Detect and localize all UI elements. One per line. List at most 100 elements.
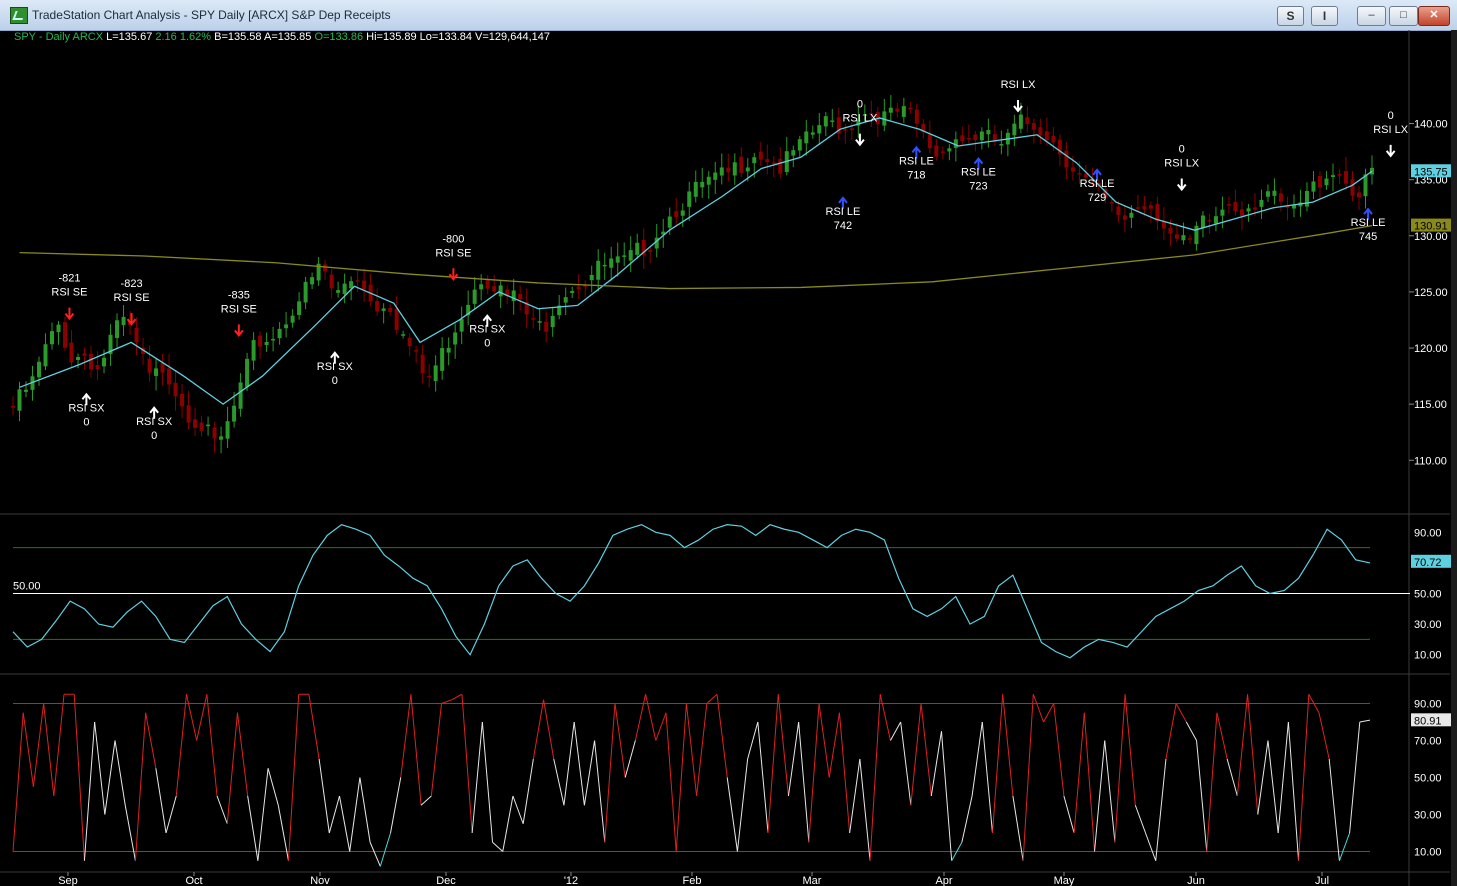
stoch-segment [757, 721, 769, 834]
candle [674, 197, 679, 227]
stoch-segment [1165, 703, 1177, 760]
candle [641, 228, 646, 269]
candle-body [277, 328, 282, 339]
candle [1213, 206, 1218, 232]
candle-body [1317, 176, 1322, 188]
candle [992, 124, 997, 146]
candle-body [960, 135, 965, 141]
stoch-segment [12, 712, 24, 852]
candle-body [492, 286, 497, 292]
candle [69, 330, 74, 368]
stoch-segment [1216, 712, 1228, 760]
stoch-segment [767, 694, 779, 834]
price-tick-label: 125.00 [1414, 287, 1448, 299]
candle [63, 316, 68, 352]
candle [713, 161, 718, 195]
candle-body [1226, 204, 1231, 206]
signal-label: 729 [1088, 192, 1106, 204]
candle-body [1187, 238, 1192, 240]
candle [115, 313, 120, 348]
style-menu-button[interactable]: S [1277, 6, 1304, 26]
stochastic-panel: 90.00 70.00 50.00 30.00 10.00 80.91 [12, 693, 1451, 867]
signal-label: RSI LX [842, 113, 878, 125]
candle [1220, 196, 1225, 229]
candle [323, 259, 328, 280]
signal-marker: RSI LX [1001, 79, 1036, 113]
stoch-segment [145, 712, 157, 769]
stoch-segment [471, 721, 483, 834]
stoch-segment [961, 795, 973, 843]
candle-body [804, 131, 809, 144]
indicator-menu-button[interactable]: I [1311, 6, 1338, 26]
candle-body [739, 156, 744, 173]
minimize-button[interactable]: ‒ [1357, 6, 1386, 26]
stoch-segment [461, 694, 473, 834]
signal-marker: 0 RSI LX [1164, 144, 1200, 192]
chart-canvas[interactable]: 140.00135.00130.00125.00120.00115.00110.… [0, 30, 1457, 886]
stoch-segment [543, 699, 555, 760]
candle-body [186, 405, 191, 423]
candle [758, 141, 763, 167]
candle [622, 242, 627, 266]
stoch-segment [1124, 694, 1136, 806]
candle [11, 396, 15, 416]
candle-body [147, 358, 152, 373]
close-button[interactable]: ✕ [1418, 6, 1450, 26]
candle-body [791, 150, 796, 156]
candle-body [570, 291, 575, 294]
candle [24, 381, 29, 398]
stoch-segment [124, 805, 136, 861]
candle [1012, 114, 1017, 147]
signal-marker: RSI LE 742 [826, 196, 860, 232]
candle [108, 324, 113, 366]
candle-body [238, 382, 243, 409]
stoch-segment [890, 721, 902, 741]
candle-body [1324, 178, 1329, 186]
candle [973, 130, 978, 152]
stoch-segment [736, 758, 749, 852]
candle-body [602, 264, 607, 267]
stoch-segment [930, 731, 942, 797]
candle-body [1207, 220, 1212, 222]
maximize-button[interactable]: □ [1389, 6, 1418, 26]
window-title: TradeStation Chart Analysis - SPY Daily … [32, 8, 391, 22]
candle-body [947, 148, 952, 152]
signal-label: 0 [83, 416, 89, 428]
candle-body [414, 350, 419, 352]
candle-body [1109, 202, 1114, 204]
chart-scrollbar[interactable] [1451, 30, 1457, 886]
candle-body [63, 322, 68, 348]
stoch-segment [339, 795, 351, 852]
rsi-midline-label: 50.00 [13, 581, 41, 593]
candle [336, 281, 341, 298]
signal-label: 0 [151, 430, 157, 442]
candle [342, 273, 347, 304]
candle-body [635, 242, 640, 255]
candle-body [1246, 208, 1251, 212]
candle-body [1148, 205, 1153, 209]
candle [368, 273, 373, 307]
candle-body [433, 365, 438, 382]
candle [50, 322, 55, 350]
candle [537, 307, 542, 331]
candle-body [69, 342, 74, 363]
candle-body [89, 353, 94, 370]
time-tick-label: Dec [436, 875, 456, 886]
candle [1265, 184, 1270, 202]
stoch-segment [257, 768, 269, 861]
candle [219, 426, 224, 454]
stoch-segment [604, 703, 616, 843]
signal-label: -800 [442, 233, 464, 245]
candle-body [349, 281, 354, 289]
candle-body [355, 280, 360, 282]
signal-marker: -835 RSI SE [221, 289, 257, 338]
candle [700, 167, 705, 198]
stoch-segment [390, 777, 402, 834]
candle [687, 181, 692, 221]
stoch-segment [492, 841, 504, 852]
window-titlebar: TradeStation Chart Analysis - SPY Daily … [0, 0, 1457, 31]
signal-label: RSI LX [1373, 124, 1409, 136]
candle-body [576, 286, 581, 290]
rsi-tick-label: 30.00 [1414, 619, 1442, 631]
candle [1239, 201, 1244, 231]
